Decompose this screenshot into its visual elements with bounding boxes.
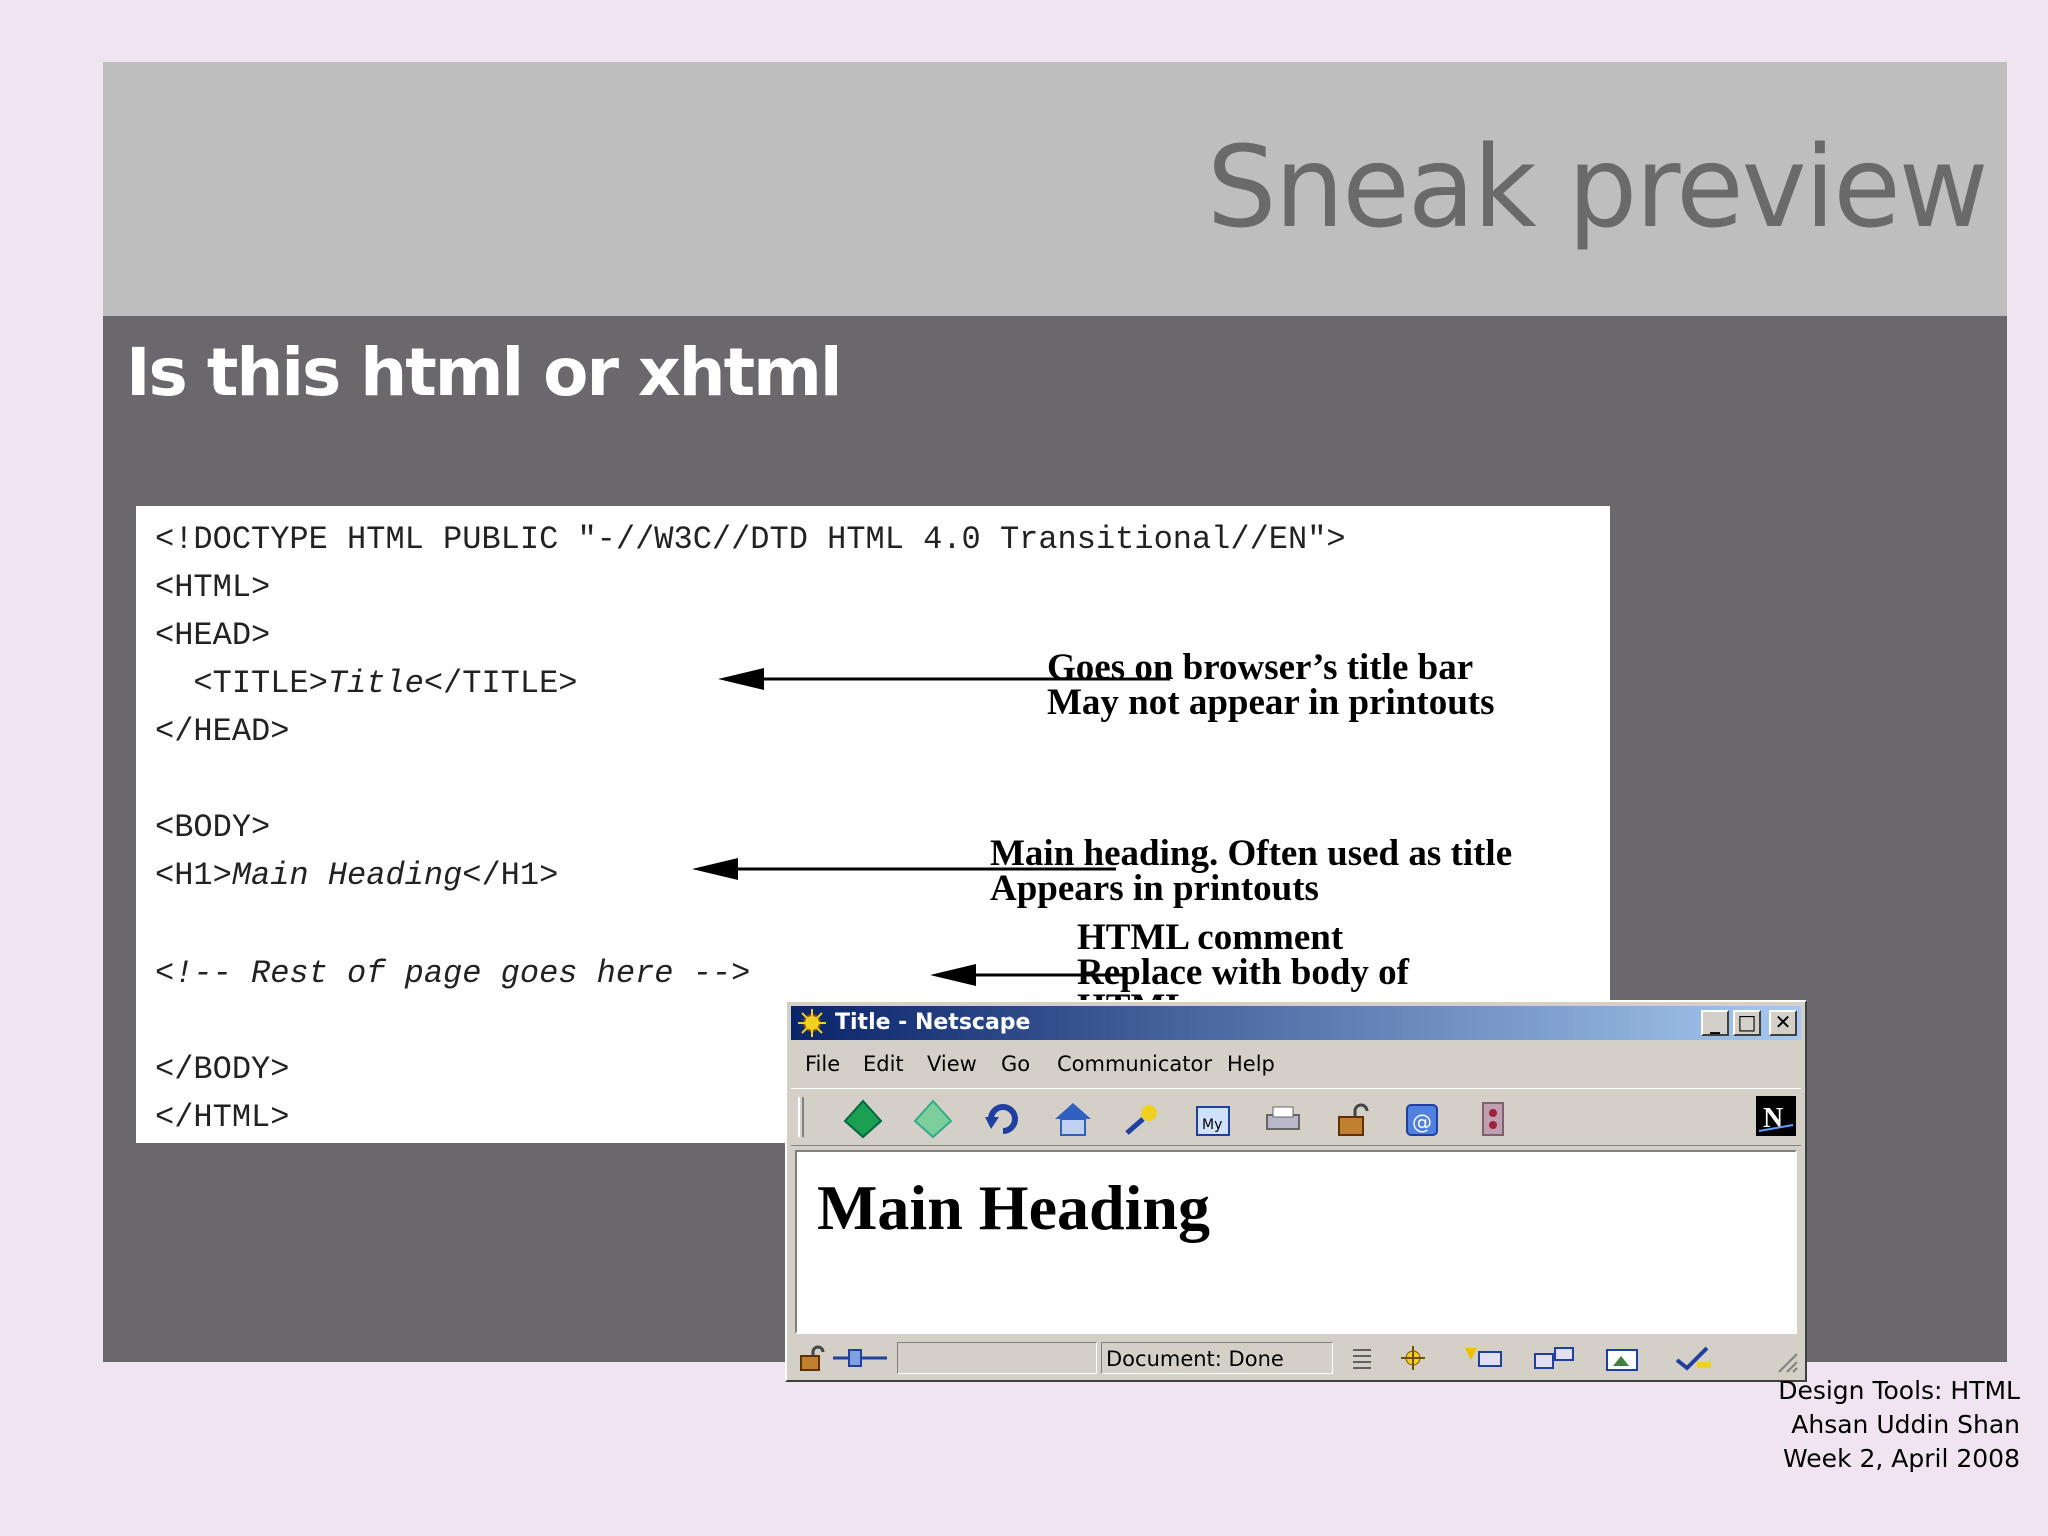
search-icon[interactable] (1121, 1099, 1165, 1139)
component-bar-grip-icon[interactable] (1351, 1346, 1373, 1372)
shop-icon[interactable]: @ (1401, 1099, 1445, 1139)
menu-view[interactable]: View (927, 1052, 977, 1076)
status-bar: Document: Done (791, 1340, 1801, 1376)
edit-check-icon[interactable] (1673, 1344, 1717, 1372)
security-icon[interactable] (1331, 1099, 1375, 1139)
netscape-window[interactable]: Title - Netscape _ □ ✕ File Edit View Go… (785, 1000, 1807, 1382)
svg-text:My: My (1202, 1117, 1222, 1133)
close-button[interactable]: ✕ (1769, 1010, 1797, 1036)
menu-help[interactable]: Help (1227, 1052, 1275, 1076)
code-line-h1: <H1>Main Heading</H1> (155, 860, 558, 892)
slide-footer: Design Tools: HTML Ahsan Uddin Shan Week… (1778, 1374, 2020, 1476)
navigation-toolbar: My @ N (791, 1088, 1801, 1146)
stop-icon[interactable] (1471, 1099, 1515, 1139)
lock-icon[interactable] (795, 1344, 827, 1372)
mail-icon[interactable] (1461, 1344, 1509, 1372)
reload-icon[interactable] (981, 1099, 1025, 1139)
code-line-body-open: <BODY> (155, 809, 271, 846)
netscape-app-icon (798, 1009, 826, 1037)
code-line-body-close: </BODY> (155, 1051, 290, 1088)
code-line-head-open: <HEAD> (155, 617, 271, 654)
forward-icon[interactable] (911, 1099, 955, 1139)
annotation-title: Goes on browser’s title bar May not appe… (1047, 647, 1495, 723)
rendered-main-heading: Main Heading (817, 1172, 1210, 1243)
my-netscape-icon[interactable]: My (1191, 1099, 1235, 1139)
slide-subtitle: Is this html or xhtml (126, 334, 843, 411)
composer-icon[interactable] (1603, 1344, 1643, 1372)
code-title-text: Title (327, 665, 424, 702)
discussions-icon[interactable] (1531, 1344, 1579, 1372)
title-band: Sneak preview (103, 62, 2007, 316)
window-title: Title - Netscape (835, 1010, 1031, 1035)
code-title-open: <TITLE> (155, 665, 328, 702)
footer-course: Design Tools: HTML (1778, 1376, 2020, 1405)
code-h1-close: </H1> (462, 857, 559, 894)
code-comment-text: <!-- Rest of page goes here --> (155, 955, 751, 992)
code-line-html-close: </HTML> (155, 1099, 290, 1136)
maximize-button[interactable]: □ (1733, 1010, 1761, 1036)
annotation-title-line2: May not appear in printouts (1047, 682, 1495, 723)
code-line-html-open: <HTML> (155, 569, 271, 606)
annotation-h1-line1: Main heading. Often used as title (990, 833, 1513, 874)
footer-author: Ahsan Uddin Shan (1791, 1410, 2020, 1439)
toolbar-grip-icon[interactable] (795, 1095, 809, 1139)
annotation-comment-line1: HTML comment (1077, 917, 1344, 958)
status-text: Document: Done (1106, 1347, 1284, 1371)
code-h1-text: Main Heading (231, 857, 463, 894)
progress-field (897, 1342, 1097, 1374)
annotation-h1-line2: Appears in printouts (990, 868, 1319, 909)
menu-file[interactable]: File (805, 1052, 840, 1076)
resize-grip-icon[interactable] (1771, 1346, 1799, 1374)
code-line-doctype: <!DOCTYPE HTML PUBLIC "-//W3C//DTD HTML … (155, 521, 1346, 558)
menu-communicator[interactable]: Communicator (1057, 1052, 1212, 1076)
annotation-comment-line2: Replace with body of (1077, 952, 1409, 993)
page-viewport[interactable]: Main Heading (795, 1150, 1797, 1334)
slide-title: Sneak preview (1207, 123, 1989, 253)
annotation-title-line1: Goes on browser’s title bar (1047, 647, 1474, 688)
home-icon[interactable] (1051, 1099, 1095, 1139)
print-icon[interactable] (1261, 1099, 1305, 1139)
footer-date: Week 2, April 2008 (1783, 1444, 2020, 1473)
code-line-comment: <!-- Rest of page goes here --> (155, 958, 750, 990)
code-line-title: <TITLE>Title</TITLE> (155, 668, 577, 700)
code-title-close: </TITLE> (423, 665, 578, 702)
navigator-icon[interactable] (1395, 1344, 1435, 1372)
code-line-head-close: </HEAD> (155, 713, 290, 750)
back-icon[interactable] (841, 1099, 885, 1139)
connection-icon[interactable] (831, 1344, 889, 1372)
minimize-button[interactable]: _ (1701, 1010, 1729, 1036)
menu-go[interactable]: Go (1001, 1052, 1030, 1076)
svg-text:@: @ (1412, 1110, 1432, 1134)
code-h1-open: <H1> (155, 857, 232, 894)
menu-bar: File Edit View Go Communicator Help (791, 1046, 1801, 1080)
netscape-logo-icon[interactable]: N (1755, 1095, 1797, 1137)
window-titlebar[interactable]: Title - Netscape _ □ ✕ (791, 1006, 1801, 1040)
annotation-h1: Main heading. Often used as title Appear… (990, 833, 1513, 909)
status-field: Document: Done (1101, 1342, 1333, 1374)
menu-edit[interactable]: Edit (863, 1052, 904, 1076)
